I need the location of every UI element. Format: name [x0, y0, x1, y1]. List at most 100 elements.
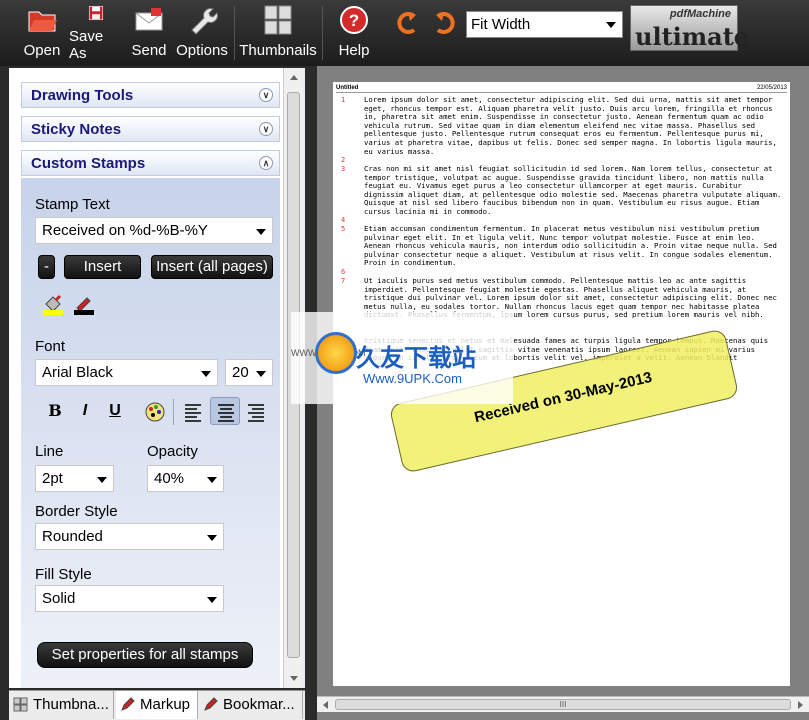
insert-button[interactable]: Insert	[64, 255, 141, 279]
watermark-logo	[315, 332, 357, 374]
line-number: 5	[341, 225, 346, 233]
expand-icon[interactable]: ∨	[259, 122, 273, 136]
wrench-icon	[191, 8, 218, 35]
tab-bookmarks-label: Bookmar...	[223, 696, 295, 713]
set-properties-all-stamps-button[interactable]: Set properties for all stamps	[37, 642, 253, 668]
options-button[interactable]: Options	[174, 4, 230, 62]
fill-style-label: Fill Style	[35, 566, 92, 583]
help-button[interactable]: ? Help	[336, 4, 372, 62]
scroll-up-icon[interactable]	[290, 75, 298, 80]
tab-markup[interactable]: Markup	[116, 691, 198, 719]
line-label: Line	[35, 443, 64, 460]
paragraph: Etiam accumsan condimentum fermentum. In…	[364, 224, 777, 268]
line-select[interactable]: 2pt	[35, 465, 114, 492]
page-header-date: 22/05/2013	[756, 85, 787, 91]
tab-thumbnails[interactable]: Thumbna...	[9, 691, 114, 719]
fill-color-icon[interactable]	[42, 294, 64, 316]
drawing-tools-header[interactable]: Drawing Tools ∨	[21, 82, 280, 108]
markup-icon	[121, 697, 135, 711]
panel-tabs: Thumbna... Markup Bookmar...	[9, 690, 305, 720]
pdfmachine-logo: pdfMachine ultimate	[630, 5, 749, 51]
align-right-icon[interactable]	[245, 401, 267, 423]
tab-thumbnails-label: Thumbna...	[33, 696, 109, 713]
line-number: 1	[341, 96, 346, 104]
save-as-button[interactable]: Save As	[69, 4, 123, 62]
align-left-icon[interactable]	[182, 401, 204, 423]
remove-stamp-button[interactable]: -	[38, 255, 55, 279]
logo-edition: ultimate	[635, 22, 750, 51]
toolbar: Open Save As Send Options Thumbnails ? H…	[0, 0, 809, 66]
scroll-down-icon[interactable]	[290, 676, 298, 681]
opacity-select[interactable]: 40%	[147, 465, 224, 492]
send-button[interactable]: Send	[131, 4, 167, 62]
italic-button[interactable]: I	[73, 399, 97, 423]
expand-icon[interactable]: ∨	[259, 88, 273, 102]
paragraph: Cras non mi sit amet nisl feugiat sollic…	[364, 164, 782, 216]
watermark-url: Www.9UPK.Com	[363, 371, 462, 386]
font-value: Arial Black	[42, 364, 113, 381]
open-button[interactable]: Open	[22, 4, 62, 62]
collapse-icon[interactable]: ∧	[259, 156, 273, 170]
line-number: 6	[341, 268, 346, 276]
rotate-left-icon[interactable]	[392, 8, 422, 38]
scroll-left-icon[interactable]	[323, 701, 328, 709]
page-header-title: Untitled	[336, 85, 359, 91]
chevron-down-icon	[606, 22, 616, 28]
font-select[interactable]: Arial Black	[35, 359, 218, 386]
line-number: 2	[341, 156, 346, 164]
mail-icon	[135, 8, 163, 31]
chevron-down-icon	[256, 371, 266, 377]
rotate-right-icon[interactable]	[430, 8, 460, 38]
paragraph: Lorem ipsum dolor sit amet, consectetur …	[364, 95, 777, 156]
header-rule	[336, 92, 787, 93]
line-number: 4	[341, 216, 346, 224]
line-number: 3	[341, 165, 346, 173]
custom-stamps-header[interactable]: Custom Stamps ∧	[21, 150, 280, 176]
chevron-down-icon	[207, 477, 217, 483]
fill-style-value: Solid	[42, 590, 76, 607]
scrollbar-grip: III	[559, 700, 567, 709]
thumbnails-icon	[13, 697, 28, 712]
open-label: Open	[23, 42, 61, 59]
zoom-value: Fit Width	[471, 16, 531, 33]
border-style-value: Rounded	[42, 528, 103, 545]
help-label: Help	[338, 42, 370, 59]
save-as-label: Save As	[69, 28, 104, 62]
custom-stamps-panel: Stamp Text Received on %d-%B-%Y - Insert…	[21, 178, 280, 688]
tab-bookmarks[interactable]: Bookmar...	[199, 691, 303, 719]
chevron-down-icon	[97, 477, 107, 483]
document-horizontal-scrollbar[interactable]: III	[317, 696, 809, 712]
stamp-text-value: Received on %d-%B-%Y	[42, 222, 208, 239]
chevron-down-icon	[207, 597, 217, 603]
thumbnails-label: Thumbnails	[239, 42, 317, 59]
border-style-label: Border Style	[35, 503, 118, 520]
svg-text:?: ?	[349, 11, 359, 30]
drawing-tools-label: Drawing Tools	[31, 87, 134, 104]
palette-icon[interactable]	[144, 401, 166, 423]
font-label: Font	[35, 338, 66, 355]
align-center-icon	[218, 404, 234, 422]
font-size-value: 20	[232, 364, 249, 381]
line-color-icon[interactable]	[73, 294, 95, 316]
opacity-label: Opacity	[147, 443, 198, 460]
thumbnails-button[interactable]: Thumbnails	[239, 4, 317, 62]
insert-all-pages-button[interactable]: Insert (all pages)	[151, 255, 273, 279]
align-center-button[interactable]	[210, 397, 240, 425]
stamp-text-label: Stamp Text	[35, 196, 110, 213]
bold-button[interactable]: B	[43, 399, 67, 423]
scrollbar-thumb[interactable]: III	[335, 699, 791, 710]
sticky-notes-header[interactable]: Sticky Notes ∨	[21, 116, 280, 142]
format-separator	[173, 399, 174, 425]
custom-stamps-label: Custom Stamps	[31, 155, 146, 172]
scroll-right-icon[interactable]	[798, 701, 803, 709]
font-size-select[interactable]: 20	[225, 359, 273, 386]
zoom-select[interactable]: Fit Width	[466, 11, 623, 38]
thumbnails-icon	[264, 5, 292, 35]
fill-style-select[interactable]: Solid	[35, 585, 224, 612]
border-style-select[interactable]: Rounded	[35, 523, 224, 550]
stamp-text-select[interactable]: Received on %d-%B-%Y	[35, 217, 273, 244]
sticky-notes-label: Sticky Notes	[31, 121, 122, 138]
bookmark-icon	[204, 697, 218, 711]
underline-button[interactable]: U	[103, 399, 127, 423]
tab-markup-label: Markup	[140, 696, 191, 713]
